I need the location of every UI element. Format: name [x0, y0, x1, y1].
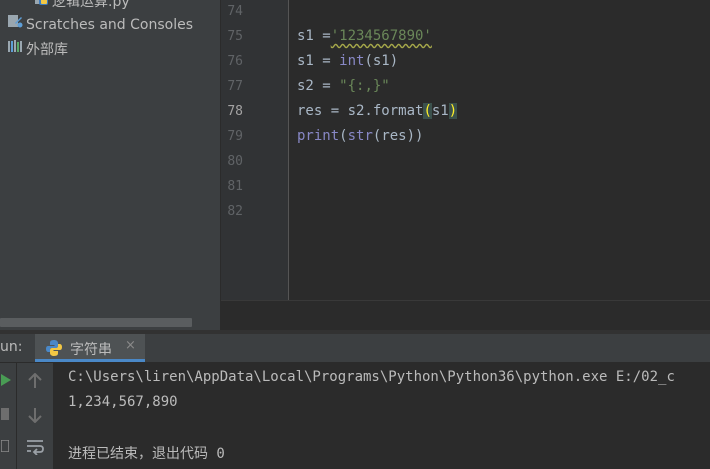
gutter-separator	[288, 0, 289, 300]
tree-item-scratches[interactable]: Scratches and Consoles	[7, 13, 193, 37]
arrow-down-icon[interactable]	[26, 405, 44, 425]
code-line-79[interactable]: print(str(res))	[297, 128, 423, 144]
line-number: 77	[227, 79, 243, 94]
tree-item-external-libraries[interactable]: 外部库	[7, 38, 68, 62]
soft-wrap-icon[interactable]	[25, 437, 45, 457]
console-line-command: C:\Users\liren\AppData\Local\Programs\Py…	[68, 369, 675, 385]
arrow-up-icon[interactable]	[26, 371, 44, 391]
editor-gutter: 74 75 76 77 78 79 80 81 82	[221, 0, 289, 300]
tree-item-label: 逻辑运算.py	[52, 0, 130, 10]
console-line-exit: 进程已结束，退出代码 0	[68, 446, 225, 462]
builtin-name: int	[339, 53, 365, 69]
tree-item-label: Scratches and Consoles	[26, 17, 193, 33]
line-number: 74	[227, 4, 243, 19]
layout-icon[interactable]	[0, 439, 10, 453]
console-line-output: 1,234,567,890	[68, 394, 178, 410]
run-toolbar-left	[0, 363, 16, 469]
code-editor[interactable]: s1 ='1234567890' s1 = int(s1) s2 = "{:,}…	[290, 0, 710, 300]
python-icon	[45, 339, 63, 361]
code-line-75[interactable]: s1 ='1234567890'	[297, 28, 432, 44]
line-number: 80	[227, 154, 243, 169]
matched-paren: (	[423, 103, 432, 119]
line-number: 75	[227, 29, 243, 44]
tree-item-python-file[interactable]: 逻辑运算.py	[33, 0, 130, 14]
scratches-icon	[7, 13, 23, 37]
console-toolbar	[17, 363, 53, 469]
run-tool-window-header: un: 字符串 ×	[0, 334, 710, 363]
code-line-77[interactable]: s2 = "{:,}"	[297, 78, 390, 94]
builtin-name: str	[347, 128, 373, 144]
line-number: 79	[227, 129, 243, 144]
tab-label: 字符串	[70, 342, 112, 358]
line-number: 76	[227, 54, 243, 69]
python-file-icon	[33, 0, 49, 14]
matched-paren: )	[448, 103, 458, 119]
stop-icon[interactable]	[0, 407, 10, 421]
code-line-76[interactable]: s1 = int(s1)	[297, 53, 398, 69]
project-tool-window: 逻辑运算.py Scratches and Consoles 外部库	[0, 0, 220, 330]
editor-status-area	[221, 300, 710, 331]
string-literal: '1234567890'	[330, 28, 432, 44]
builtin-name: print	[297, 128, 340, 144]
external-libraries-icon	[7, 38, 23, 62]
run-label: un:	[0, 339, 23, 355]
tree-item-label: 外部库	[26, 42, 68, 58]
code-line-78[interactable]: res = s2.format(s1)	[297, 103, 458, 119]
close-icon[interactable]: ×	[125, 338, 136, 353]
console-output[interactable]: C:\Users\liren\AppData\Local\Programs\Py…	[54, 363, 710, 469]
rerun-icon[interactable]	[0, 373, 12, 387]
line-number-active: 78	[227, 104, 243, 119]
line-number: 82	[227, 204, 243, 219]
horizontal-scrollbar[interactable]	[0, 318, 192, 327]
string-literal: "{:,}"	[339, 78, 390, 94]
line-number: 81	[227, 179, 243, 194]
tab-run-config[interactable]: 字符串 ×	[35, 334, 145, 362]
